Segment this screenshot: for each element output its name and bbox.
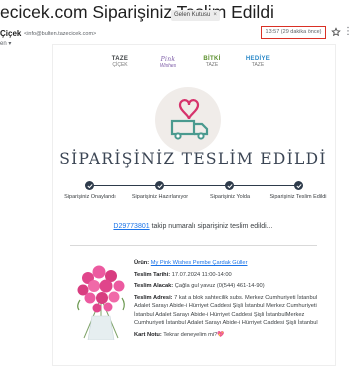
tracking-text: takip numaralı siparişiniz teslim edildi… [149, 223, 273, 230]
product-image [77, 265, 125, 340]
delivery-heading: SİPARİŞİNİZ TESLİM EDİLDİ [59, 150, 327, 168]
label-text: Gelen Kutusu [174, 12, 211, 18]
brand-logo-pink-wishes[interactable]: Pink Wishes [148, 56, 188, 76]
brand-sub: ÇİÇEK [112, 62, 128, 68]
brand-logo-taze-bitki[interactable]: BİTKİ TAZE [195, 56, 229, 76]
product-row: Ürün: My Pink Wishes Pembe Çardak Güller [134, 259, 330, 268]
more-options-icon[interactable]: ⋮ [343, 26, 350, 37]
brand-sub: Wishes [159, 63, 177, 69]
progress-line [90, 185, 298, 186]
recipient-toggle[interactable]: en ▾ [0, 40, 11, 47]
step-label-delivered: Siparişiniz Teslim Edildi [269, 194, 327, 200]
step-check-icon [85, 181, 94, 190]
address-row: Teslim Adresi: 7 kat a blok sahtecilik s… [134, 294, 330, 328]
step-label-confirmed: Siparişiniz Onaylandı [64, 194, 116, 200]
divider [70, 245, 317, 246]
product-label: Ürün: [134, 260, 150, 266]
delivery-date: 17.07.2024 11:00-14:00 [171, 271, 232, 278]
brand-name: Pink [160, 56, 176, 63]
step-check-icon [294, 181, 303, 190]
star-icon[interactable] [331, 27, 341, 37]
card-note-value: Tekrar deneyelim mi?💖 [163, 331, 225, 338]
step-check-icon [225, 181, 234, 190]
brand-logo-taze-cicek[interactable]: TAZE ÇİÇEK [103, 56, 137, 76]
step-check-icon [155, 181, 164, 190]
card-note-label: Kart Notu: [134, 331, 162, 338]
delivery-date-row: Teslim Tarihi: 17.07.2024 11:00-14:00 [134, 271, 330, 280]
brand-logo-taze-hediye[interactable]: HEDİYE TAZE [238, 56, 278, 76]
address-label: Teslim Adresi: [134, 294, 173, 301]
recipient-value: Çağla gul yavuz (0(544) 461-14-90) [174, 283, 265, 289]
inbox-label-chip[interactable]: Gelen Kutusu × [171, 10, 220, 21]
step-label-preparing: Siparişiniz Hazırlanıyor [131, 194, 189, 200]
email-timestamp: 13:57 (29 dakika önce) [261, 26, 326, 39]
heart-truck-icon [170, 99, 209, 140]
product-link[interactable]: My Pink Wishes Pembe Çardak Güller [151, 260, 248, 266]
card-note-row: Kart Notu: Tekrar deneyelim mi?💖 [134, 331, 330, 340]
sender-name[interactable]: Çiçek [0, 29, 21, 38]
order-number-link[interactable]: D29773801 [113, 223, 149, 230]
step-label-on-the-way: Siparişiniz Yolda [209, 194, 251, 200]
email-subject: ecicek.com Siparişiniz Teslim Edildi [0, 2, 274, 22]
brand-sub: TAZE [251, 62, 265, 68]
brand-sub: TAZE [205, 62, 219, 68]
recipient-row: Teslim Alacak: Çağla gul yavuz (0(544) 4… [134, 282, 330, 291]
sender-email: <info@bulten.tazecicek.com> [24, 31, 97, 37]
tracking-message: D29773801 takip numaralı siparişiniz tes… [52, 223, 334, 230]
order-details: Ürün: My Pink Wishes Pembe Çardak Güller… [134, 259, 330, 342]
delivery-date-label: Teslim Tarihi: [134, 271, 171, 278]
remove-label-icon[interactable]: × [213, 12, 217, 18]
recipient-label: Teslim Alacak: [134, 283, 174, 289]
